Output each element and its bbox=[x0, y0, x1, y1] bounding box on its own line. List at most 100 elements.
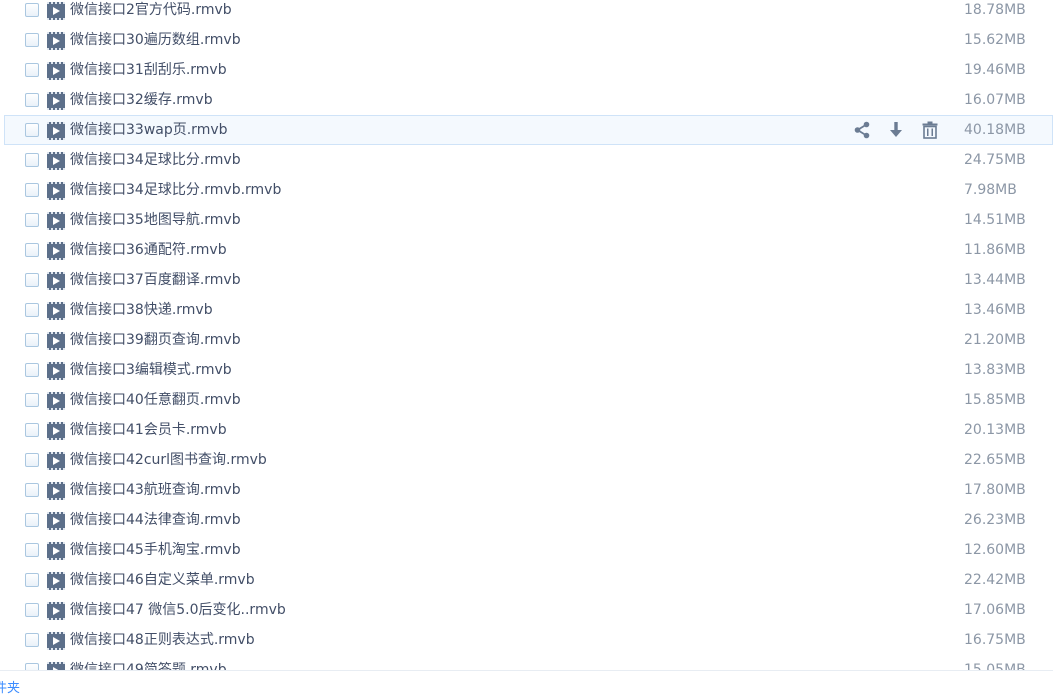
row-checkbox[interactable] bbox=[25, 483, 39, 497]
row-checkbox[interactable] bbox=[25, 183, 39, 197]
file-row[interactable]: 微信接口38快递.rmvb 13.46MB bbox=[0, 295, 1053, 325]
video-file-icon bbox=[47, 152, 65, 170]
file-name[interactable]: 微信接口31刮刮乐.rmvb bbox=[70, 56, 227, 84]
row-checkbox[interactable] bbox=[25, 423, 39, 437]
file-row[interactable]: 微信接口44法律查询.rmvb 26.23MB bbox=[0, 505, 1053, 535]
file-row[interactable]: 微信接口39翻页查询.rmvb 21.20MB bbox=[0, 325, 1053, 355]
file-row[interactable]: 微信接口45手机淘宝.rmvb 12.60MB bbox=[0, 535, 1053, 565]
row-checkbox[interactable] bbox=[25, 543, 39, 557]
row-checkbox[interactable] bbox=[25, 63, 39, 77]
file-row[interactable]: 微信接口41会员卡.rmvb 20.13MB bbox=[0, 415, 1053, 445]
row-checkbox[interactable] bbox=[25, 153, 39, 167]
file-name[interactable]: 微信接口47 微信5.0后变化..rmvb bbox=[70, 596, 286, 624]
file-size: 14.51MB bbox=[964, 212, 1026, 228]
file-name[interactable]: 微信接口30遍历数组.rmvb bbox=[70, 26, 241, 54]
file-size: 26.23MB bbox=[964, 512, 1026, 528]
video-file-icon bbox=[47, 92, 65, 110]
file-row[interactable]: 微信接口43航班查询.rmvb 17.80MB bbox=[0, 475, 1053, 505]
video-file-icon bbox=[47, 122, 65, 140]
row-checkbox[interactable] bbox=[25, 393, 39, 407]
file-name[interactable]: 微信接口46自定义菜单.rmvb bbox=[70, 566, 255, 594]
file-row[interactable]: 微信接口48正则表达式.rmvb 16.75MB bbox=[0, 625, 1053, 655]
file-size: 15.85MB bbox=[964, 392, 1026, 408]
file-name[interactable]: 微信接口38快递.rmvb bbox=[70, 296, 213, 324]
file-row[interactable]: 微信接口34足球比分.rmvb 24.75MB bbox=[0, 145, 1053, 175]
file-name[interactable]: 微信接口41会员卡.rmvb bbox=[70, 416, 227, 444]
row-checkbox[interactable] bbox=[25, 573, 39, 587]
file-row[interactable]: 微信接口35地图导航.rmvb 14.51MB bbox=[0, 205, 1053, 235]
video-file-icon bbox=[47, 32, 65, 50]
row-checkbox[interactable] bbox=[25, 363, 39, 377]
file-size: 13.44MB bbox=[964, 272, 1026, 288]
video-file-icon bbox=[47, 632, 65, 650]
file-name[interactable]: 微信接口3编辑模式.rmvb bbox=[70, 356, 232, 384]
video-file-icon bbox=[47, 482, 65, 500]
video-file-icon bbox=[47, 62, 65, 80]
file-row[interactable]: 微信接口2官方代码.rmvb 18.78MB bbox=[0, 0, 1053, 25]
file-name[interactable]: 微信接口48正则表达式.rmvb bbox=[70, 626, 255, 654]
trash-icon[interactable] bbox=[919, 120, 941, 140]
file-size: 13.46MB bbox=[964, 302, 1026, 318]
file-name[interactable]: 微信接口43航班查询.rmvb bbox=[70, 476, 241, 504]
row-checkbox[interactable] bbox=[25, 333, 39, 347]
file-name[interactable]: 微信接口42curl图书查询.rmvb bbox=[70, 446, 267, 474]
video-file-icon bbox=[47, 362, 65, 380]
row-checkbox[interactable] bbox=[25, 33, 39, 47]
file-row[interactable]: 微信接口31刮刮乐.rmvb 19.46MB bbox=[0, 55, 1053, 85]
file-name[interactable]: 微信接口35地图导航.rmvb bbox=[70, 206, 241, 234]
row-checkbox[interactable] bbox=[25, 93, 39, 107]
file-row[interactable]: 微信接口32缓存.rmvb 16.07MB bbox=[0, 85, 1053, 115]
file-row[interactable]: 微信接口40任意翻页.rmvb 15.85MB bbox=[0, 385, 1053, 415]
row-actions bbox=[851, 120, 941, 140]
file-name[interactable]: 微信接口34足球比分.rmvb bbox=[70, 146, 241, 174]
file-row[interactable]: 微信接口47 微信5.0后变化..rmvb 17.06MB bbox=[0, 595, 1053, 625]
file-size: 24.75MB bbox=[964, 152, 1026, 168]
file-row-hovered[interactable]: 微信接口33wap页.rmvb 40.18MB bbox=[4, 115, 1053, 145]
file-row[interactable]: 微信接口42curl图书查询.rmvb 22.65MB bbox=[0, 445, 1053, 475]
file-size: 18.78MB bbox=[964, 2, 1026, 18]
row-checkbox[interactable] bbox=[25, 633, 39, 647]
file-size: 13.83MB bbox=[964, 362, 1026, 378]
row-checkbox[interactable] bbox=[25, 123, 39, 137]
video-file-icon bbox=[47, 242, 65, 260]
file-row[interactable]: 微信接口49简答题.rmvb 15.05MB bbox=[0, 655, 1053, 670]
file-size: 7.98MB bbox=[964, 182, 1017, 198]
file-name[interactable]: 微信接口37百度翻译.rmvb bbox=[70, 266, 241, 294]
video-file-icon bbox=[47, 2, 65, 20]
file-row[interactable]: 微信接口3编辑模式.rmvb 13.83MB bbox=[0, 355, 1053, 385]
file-name[interactable]: 微信接口32缓存.rmvb bbox=[70, 86, 213, 114]
row-checkbox[interactable] bbox=[25, 3, 39, 17]
video-file-icon bbox=[47, 542, 65, 560]
share-icon[interactable] bbox=[851, 120, 873, 140]
file-name[interactable]: 微信接口36通配符.rmvb bbox=[70, 236, 227, 264]
row-checkbox[interactable] bbox=[25, 663, 39, 670]
row-checkbox[interactable] bbox=[25, 243, 39, 257]
video-file-icon bbox=[47, 332, 65, 350]
file-name[interactable]: 微信接口39翻页查询.rmvb bbox=[70, 326, 241, 354]
file-name[interactable]: 微信接口34足球比分.rmvb.rmvb bbox=[70, 176, 281, 204]
file-name[interactable]: 微信接口33wap页.rmvb bbox=[70, 116, 228, 144]
file-name[interactable]: 微信接口44法律查询.rmvb bbox=[70, 506, 241, 534]
file-size: 17.80MB bbox=[964, 482, 1026, 498]
folder-link[interactable]: 件夹 bbox=[0, 679, 20, 699]
file-row[interactable]: 微信接口46自定义菜单.rmvb 22.42MB bbox=[0, 565, 1053, 595]
file-size: 17.06MB bbox=[964, 602, 1026, 618]
file-name[interactable]: 微信接口45手机淘宝.rmvb bbox=[70, 536, 241, 564]
row-checkbox[interactable] bbox=[25, 603, 39, 617]
file-name[interactable]: 微信接口2官方代码.rmvb bbox=[70, 0, 232, 24]
row-checkbox[interactable] bbox=[25, 513, 39, 527]
file-name[interactable]: 微信接口49简答题.rmvb bbox=[70, 656, 227, 670]
row-checkbox[interactable] bbox=[25, 273, 39, 287]
file-row[interactable]: 微信接口30遍历数组.rmvb 15.62MB bbox=[0, 25, 1053, 55]
file-row[interactable]: 微信接口34足球比分.rmvb.rmvb 7.98MB bbox=[0, 175, 1053, 205]
row-checkbox[interactable] bbox=[25, 303, 39, 317]
file-size: 12.60MB bbox=[964, 542, 1026, 558]
row-checkbox[interactable] bbox=[25, 453, 39, 467]
download-icon[interactable] bbox=[885, 120, 907, 140]
video-file-icon bbox=[47, 272, 65, 290]
file-name[interactable]: 微信接口40任意翻页.rmvb bbox=[70, 386, 241, 414]
video-file-icon bbox=[47, 422, 65, 440]
file-row[interactable]: 微信接口37百度翻译.rmvb 13.44MB bbox=[0, 265, 1053, 295]
file-row[interactable]: 微信接口36通配符.rmvb 11.86MB bbox=[0, 235, 1053, 265]
row-checkbox[interactable] bbox=[25, 213, 39, 227]
